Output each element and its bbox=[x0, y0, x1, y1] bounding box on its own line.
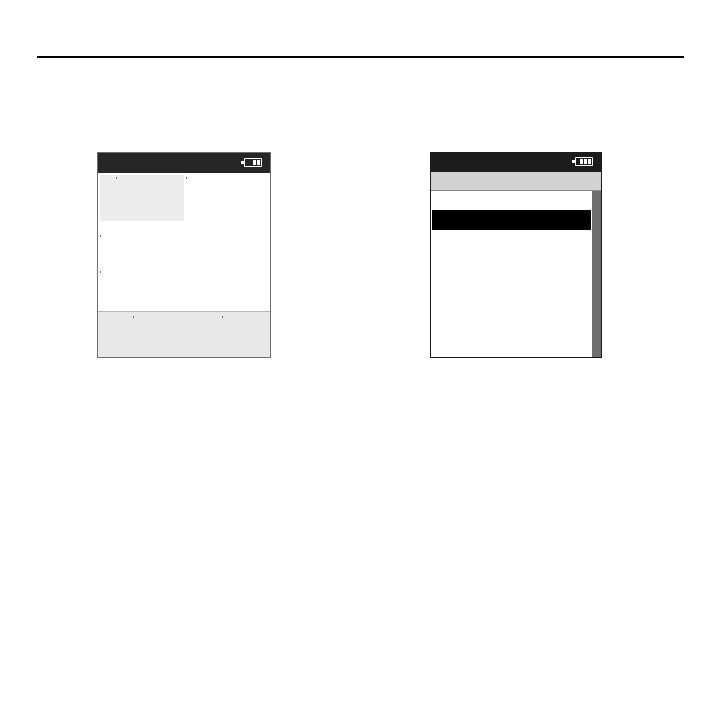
device-screen-left bbox=[97, 152, 271, 358]
scrollbar[interactable] bbox=[592, 191, 601, 357]
tick-mark bbox=[133, 316, 134, 318]
tick-mark bbox=[100, 271, 101, 273]
battery-icon bbox=[241, 158, 262, 167]
top-divider-line bbox=[37, 56, 684, 58]
menu-header bbox=[431, 172, 601, 191]
softkey-bar bbox=[98, 311, 270, 357]
tick-mark bbox=[186, 177, 187, 179]
device-screen-right bbox=[430, 152, 602, 358]
battery-icon bbox=[572, 157, 593, 166]
selected-tile[interactable] bbox=[100, 175, 184, 221]
menu-panel bbox=[430, 172, 602, 358]
title-bar bbox=[430, 152, 602, 172]
title-bar bbox=[98, 153, 270, 173]
tick-mark bbox=[116, 177, 117, 179]
menu-item[interactable] bbox=[432, 194, 591, 211]
tick-mark bbox=[100, 235, 101, 237]
menu-list bbox=[431, 191, 591, 357]
tick-mark bbox=[222, 316, 223, 318]
menu-item-selected[interactable] bbox=[432, 210, 591, 230]
